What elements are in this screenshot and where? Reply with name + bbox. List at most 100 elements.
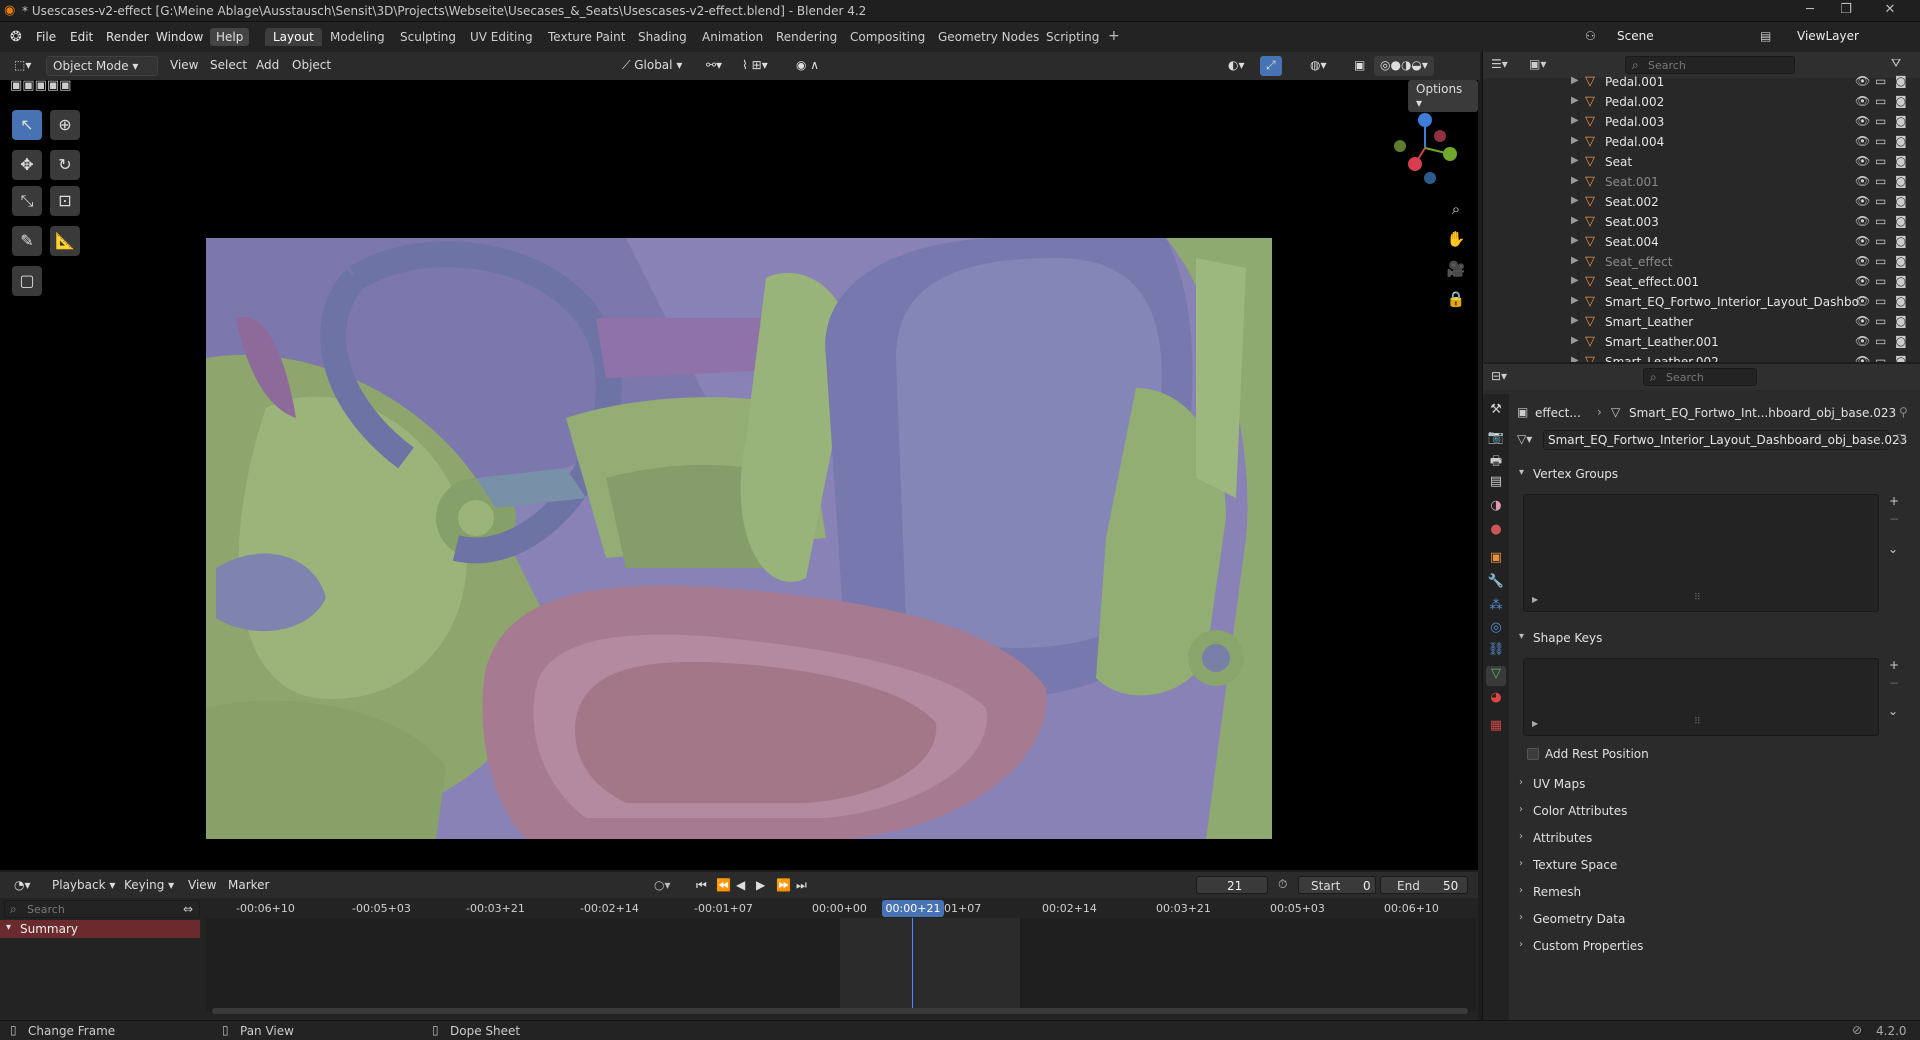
outliner-item-name[interactable]: Seat_effect.001 <box>1605 275 1699 289</box>
tab-modeling[interactable]: Modeling <box>322 28 393 46</box>
remove-shape-key-icon[interactable]: − <box>1889 676 1899 690</box>
scene-tab-icon[interactable]: ◑ <box>1486 498 1506 518</box>
menu-object[interactable]: Object <box>286 56 337 76</box>
viewport-display-icon[interactable]: ▭ <box>1875 254 1886 268</box>
outliner-item-name[interactable]: Smart_Leather.002 <box>1605 355 1719 362</box>
visibility-eye-icon[interactable]: 👁 <box>1855 134 1870 148</box>
menu-view[interactable]: View <box>164 56 204 76</box>
outliner-row[interactable]: ▶ ▽ Seat.004 👁 ▭ ◙ <box>1483 232 1920 252</box>
expand-arrow-icon[interactable]: ▶ <box>1571 135 1579 146</box>
menu-edit[interactable]: Edit <box>64 28 99 46</box>
render-camera-icon[interactable]: ◙ <box>1895 154 1907 168</box>
visibility-eye-icon[interactable]: 👁 <box>1855 154 1870 168</box>
outliner-row[interactable]: ▶ ▽ Seat.001 👁 ▭ ◙ <box>1483 172 1920 192</box>
remove-vertex-group-icon[interactable]: − <box>1889 512 1899 526</box>
render-camera-icon[interactable]: ◙ <box>1895 294 1907 308</box>
move-tool-icon[interactable]: ✥ <box>12 150 42 180</box>
view-layer-icon[interactable]: ▤ <box>1760 29 1771 43</box>
tab-shading[interactable]: Shading <box>630 28 695 46</box>
menu-timeline-view[interactable]: View <box>182 876 222 896</box>
preview-range-icon[interactable]: ⏱ <box>1278 877 1287 892</box>
viewport-display-icon[interactable]: ▭ <box>1875 194 1886 208</box>
play-reverse-icon[interactable]: ◀ <box>730 876 751 896</box>
outliner-row[interactable]: ▶ ▽ Seat 👁 ▭ ◙ <box>1483 152 1920 172</box>
expand-arrow-icon[interactable]: ▶ <box>1571 195 1579 206</box>
expand-arrow-icon[interactable]: ▶ <box>1571 95 1579 106</box>
physics-tab-icon[interactable]: ◎ <box>1486 620 1506 640</box>
horizontal-scrollbar[interactable] <box>212 1008 1468 1014</box>
pivot-icon[interactable]: ⚯▾ <box>700 56 728 76</box>
timeline-editor-icon[interactable]: ◔▾ <box>8 876 37 896</box>
outliner-row[interactable]: ▶ ▽ Seat.002 👁 ▭ ◙ <box>1483 192 1920 212</box>
panel-geometry-data[interactable]: › Geometry Data <box>1517 907 1897 931</box>
world-tab-icon[interactable]: ● <box>1486 522 1506 542</box>
outliner-item-name[interactable]: Smart_EQ_Fortwo_Interior_Layout_Dashbo <box>1605 295 1859 309</box>
render-camera-icon[interactable]: ◙ <box>1895 234 1907 248</box>
end-frame-field[interactable]: End 50 <box>1380 876 1468 894</box>
viewport-display-icon[interactable]: ▭ <box>1875 294 1886 308</box>
expand-arrow-icon[interactable]: ▶ <box>1571 315 1579 326</box>
outliner-item-name[interactable]: Pedal.002 <box>1605 95 1664 109</box>
mesh-data-icon[interactable]: ▽▾ <box>1517 432 1532 446</box>
expand-icon[interactable]: ▶ <box>1532 595 1538 604</box>
tab-animation[interactable]: Animation <box>694 28 771 46</box>
fake-user-icon[interactable]: ⛉ <box>1897 432 1906 447</box>
options-button[interactable]: Options ▾ <box>1408 80 1478 112</box>
select-mode-icons[interactable]: ▣▣▣▣▣ <box>10 78 71 93</box>
filter-icon[interactable]: ⛛ <box>1891 56 1901 71</box>
visibility-eye-icon[interactable]: 👁 <box>1855 194 1870 208</box>
3d-viewport[interactable]: ▣▣▣▣▣ Options ▾ ↖ ⊕ ✥ ↻ ⤡ ⊡ ✎ 📐 ▢ ⌕ ✋ 🎥 … <box>0 78 1478 870</box>
vertex-group-specials-icon[interactable]: ⌄ <box>1888 542 1898 556</box>
expand-arrow-icon[interactable]: ▶ <box>1571 115 1579 126</box>
visibility-eye-icon[interactable]: 👁 <box>1855 354 1870 362</box>
outliner-row[interactable]: ▶ ▽ Seat_effect.001 👁 ▭ ◙ <box>1483 272 1920 292</box>
tab-texture-paint[interactable]: Texture Paint <box>540 28 633 46</box>
timeline-search[interactable]: ⌕ Search ⇔ <box>4 900 200 918</box>
scene-icon[interactable]: ⚇ <box>1585 29 1596 43</box>
proportional-edit-icon[interactable]: ◉ ∧ <box>790 56 825 76</box>
render-camera-icon[interactable]: ◙ <box>1895 354 1907 362</box>
playhead[interactable]: 00:00+21 <box>882 900 944 917</box>
render-camera-icon[interactable]: ◙ <box>1895 94 1907 108</box>
play-icon[interactable]: ▶ <box>750 876 771 896</box>
visibility-eye-icon[interactable]: 👁 <box>1855 314 1870 328</box>
tab-layout[interactable]: Layout <box>265 28 322 46</box>
material-tab-icon[interactable]: ◕ <box>1486 690 1506 710</box>
editor-type-icon[interactable]: ⬚▾ <box>8 56 37 76</box>
render-camera-icon[interactable]: ◙ <box>1895 114 1907 128</box>
outliner-item-name[interactable]: Pedal.001 <box>1605 75 1664 89</box>
swap-icon[interactable]: ⇔ <box>183 902 193 916</box>
lock-icon[interactable]: 🔒 <box>1445 290 1467 312</box>
visibility-eye-icon[interactable]: 👁 <box>1855 114 1870 128</box>
viewport-display-icon[interactable]: ▭ <box>1875 314 1886 328</box>
menu-render[interactable]: Render <box>100 28 155 46</box>
outliner-editor-icon[interactable]: ☰▾ <box>1491 57 1508 71</box>
expand-icon[interactable]: ▶ <box>1532 719 1538 728</box>
render-camera-icon[interactable]: ◙ <box>1895 194 1907 208</box>
jump-end-icon[interactable]: ⏭ <box>790 876 813 896</box>
tab-scripting[interactable]: Scripting <box>1038 28 1107 46</box>
texture-tab-icon[interactable]: ▦ <box>1486 718 1506 738</box>
minimize-button[interactable]: ─ <box>1795 2 1825 20</box>
panel-shape-keys[interactable]: ▾ Shape Keys <box>1517 626 1897 650</box>
expand-arrow-icon[interactable]: ▶ <box>1571 355 1579 362</box>
modifier-tab-icon[interactable]: 🔧 <box>1486 574 1506 594</box>
viewport-display-icon[interactable]: ▭ <box>1875 234 1886 248</box>
expand-arrow-icon[interactable]: ▶ <box>1571 155 1579 166</box>
viewport-display-icon[interactable]: ▭ <box>1875 114 1886 128</box>
outliner-item-name[interactable]: Seat.003 <box>1605 215 1659 229</box>
annotate-tool-icon[interactable]: ✎ <box>12 226 42 256</box>
output-tab-icon[interactable]: 🖶 <box>1486 452 1506 472</box>
cursor-tool-icon[interactable]: ⊕ <box>50 110 80 140</box>
transform-tool-icon[interactable]: ⊡ <box>50 186 80 216</box>
xray-icon[interactable]: ▣ <box>1348 56 1371 76</box>
panel-texture-space[interactable]: › Texture Space <box>1517 853 1897 877</box>
menu-select[interactable]: Select <box>204 56 253 76</box>
viewport-display-icon[interactable]: ▭ <box>1875 94 1886 108</box>
outliner-item-name[interactable]: Seat.002 <box>1605 195 1659 209</box>
blender-menu-icon[interactable]: ❂ <box>10 29 22 45</box>
navigation-gizmo[interactable] <box>1390 112 1460 184</box>
expand-arrow-icon[interactable]: ▶ <box>1571 335 1579 346</box>
close-button[interactable]: ✕ <box>1875 2 1905 20</box>
menu-file[interactable]: File <box>30 28 62 46</box>
